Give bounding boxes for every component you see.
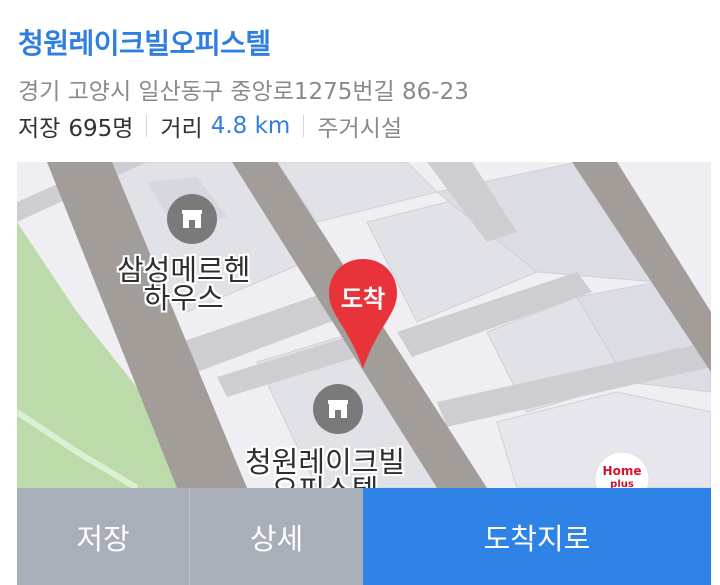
save-button[interactable]: 저장 — [17, 488, 189, 585]
category-label: 주거시설 — [317, 116, 402, 142]
poi-label: 삼성메르헨 하우스 — [117, 253, 251, 315]
poi-label: 청원레이크빌 오피스텔 — [245, 445, 406, 489]
divider — [303, 115, 305, 137]
map-pin-icon — [329, 259, 397, 369]
map-view[interactable]: 삼성메르헨 하우스 청원레이크빌 오피스텔 도착 Home plus — [17, 162, 711, 488]
distance-label: 거리 — [160, 116, 203, 142]
brand-text: Home — [602, 464, 642, 478]
building-icon — [313, 384, 363, 434]
poi-label-line: 청원레이크빌 — [245, 445, 406, 479]
detail-button[interactable]: 상세 — [189, 488, 363, 585]
distance-value: 4.8 km — [210, 113, 291, 139]
poi-label-line: 하우스 — [143, 281, 224, 315]
place-meta: 저장 695명 거리 4.8 km 주거시설 — [18, 110, 402, 142]
pin-label: 도착 — [340, 285, 386, 313]
building-icon — [167, 194, 217, 244]
divider — [146, 115, 148, 137]
save-count-value: 695명 — [68, 116, 134, 142]
place-address: 경기 고양시 일산동구 중앙로1275번길 86-23 — [18, 79, 469, 105]
poi-label-line: 삼성메르헨 — [117, 253, 251, 287]
save-count-label: 저장 — [18, 116, 61, 142]
homeplus-icon[interactable]: Home plus — [594, 451, 650, 488]
destination-pin[interactable]: 도착 — [327, 257, 399, 377]
set-destination-button[interactable]: 도착지로 — [363, 488, 711, 585]
brand-text: plus — [610, 479, 634, 488]
action-bar: 저장 상세 도착지로 — [17, 488, 711, 585]
place-title: 청원레이크빌오피스텔 — [18, 27, 271, 60]
